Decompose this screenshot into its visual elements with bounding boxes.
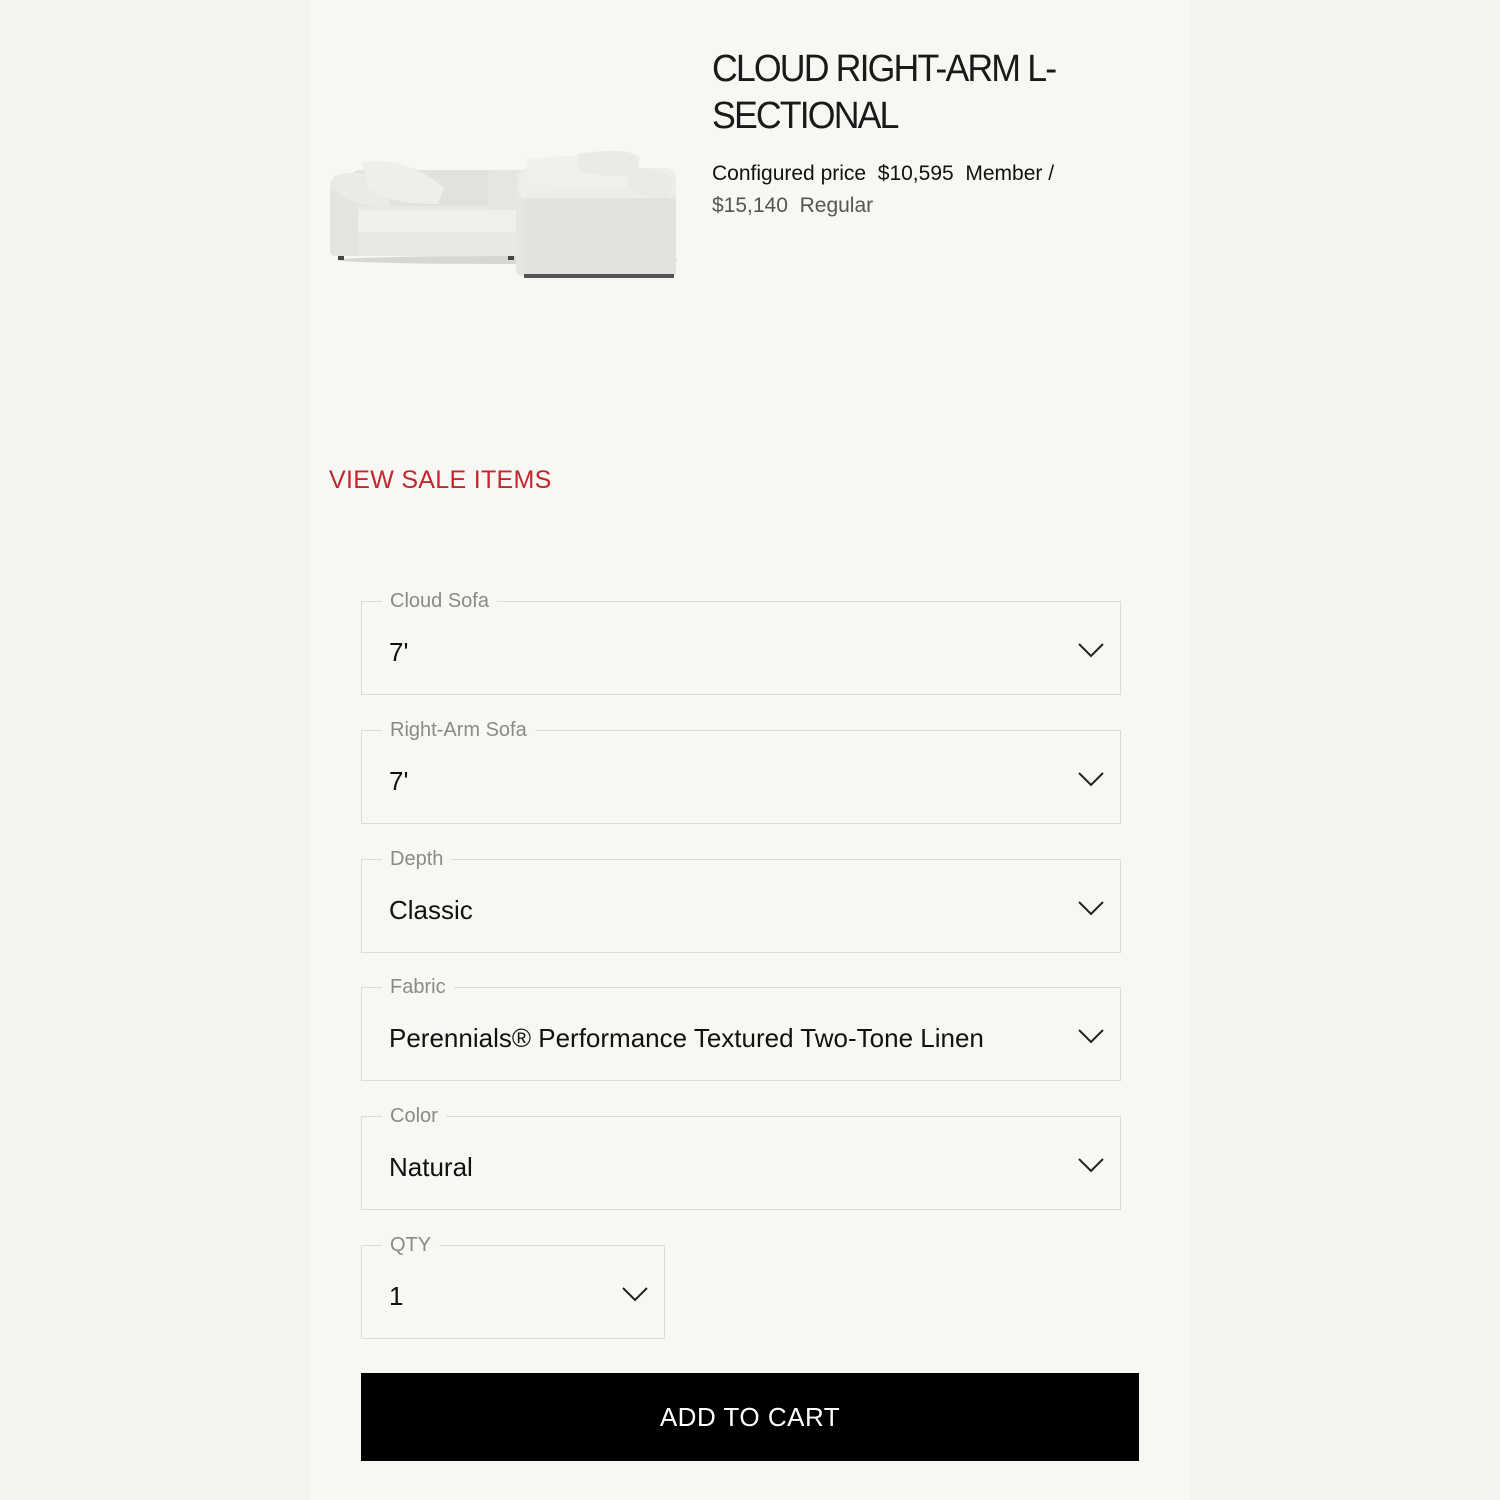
cloud-sofa-select[interactable]: Cloud Sofa 7' <box>361 589 1121 695</box>
depth-select[interactable]: Depth Classic <box>361 847 1121 953</box>
chevron-down-icon <box>1078 1029 1104 1044</box>
price-block: Configured price $10,595 Member / $15,14… <box>712 158 1132 222</box>
field-value: 7' <box>389 766 409 796</box>
field-value: 1 <box>389 1281 404 1311</box>
add-to-cart-button[interactable]: ADD TO CART <box>361 1373 1139 1461</box>
regular-label: Regular <box>799 194 874 217</box>
right-arm-sofa-select[interactable]: Right-Arm Sofa 7' <box>361 718 1121 824</box>
chevron-down-icon <box>1078 772 1104 787</box>
regular-price: $15,140 <box>712 194 788 217</box>
field-label: Fabric <box>382 975 454 999</box>
field-label: Cloud Sofa <box>382 589 497 613</box>
field-label: Depth <box>382 847 452 871</box>
product-image[interactable] <box>328 148 680 284</box>
chevron-down-icon <box>1078 643 1104 658</box>
field-label: QTY <box>382 1233 440 1257</box>
field-value: Classic <box>389 895 473 925</box>
view-sale-items-link[interactable]: VIEW SALE ITEMS <box>329 466 552 495</box>
member-price: $10,595 <box>877 162 954 185</box>
fabric-select[interactable]: Fabric Perennials® Performance Textured … <box>361 975 1121 1081</box>
field-value: 7' <box>389 637 409 667</box>
product-title: CLOUD RIGHT-ARM L-SECTIONAL <box>712 48 1057 137</box>
chevron-down-icon <box>1078 1158 1104 1173</box>
chevron-down-icon <box>1078 901 1104 916</box>
qty-select[interactable]: QTY 1 <box>361 1233 665 1339</box>
configured-price-label: Configured price <box>712 162 867 185</box>
field-label: Color <box>382 1104 446 1128</box>
chevron-down-icon <box>622 1287 648 1302</box>
field-label: Right-Arm Sofa <box>382 718 535 742</box>
field-value: Perennials® Performance Textured Two-Ton… <box>389 1023 984 1053</box>
member-label: Member / <box>965 162 1055 185</box>
color-select[interactable]: Color Natural <box>361 1104 1121 1210</box>
field-value: Natural <box>389 1152 473 1182</box>
